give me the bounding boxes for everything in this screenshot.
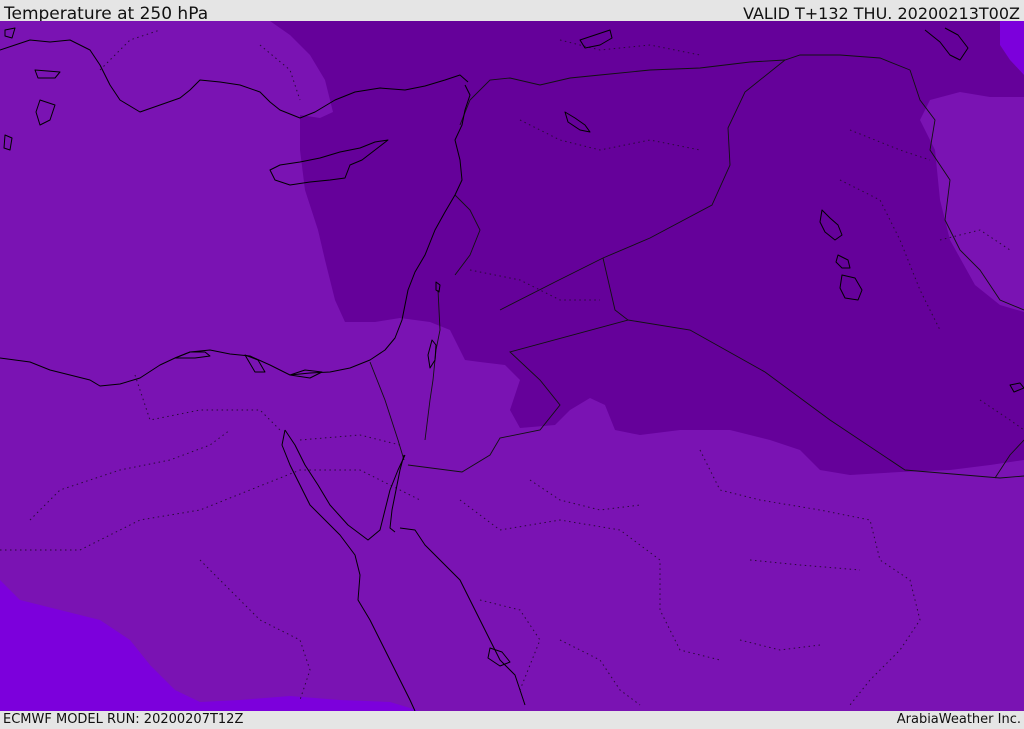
header-bar: Temperature at 250 hPa VALID T+132 THU. … — [0, 0, 1024, 24]
model-run: ECMWF MODEL RUN: 20200207T12Z — [3, 712, 244, 727]
map-canvas — [0, 21, 1024, 711]
weather-map[interactable] — [0, 21, 1024, 711]
footer-bar: ECMWF MODEL RUN: 20200207T12Z ArabiaWeat… — [0, 711, 1024, 729]
credit: ArabiaWeather Inc. — [896, 712, 1021, 727]
